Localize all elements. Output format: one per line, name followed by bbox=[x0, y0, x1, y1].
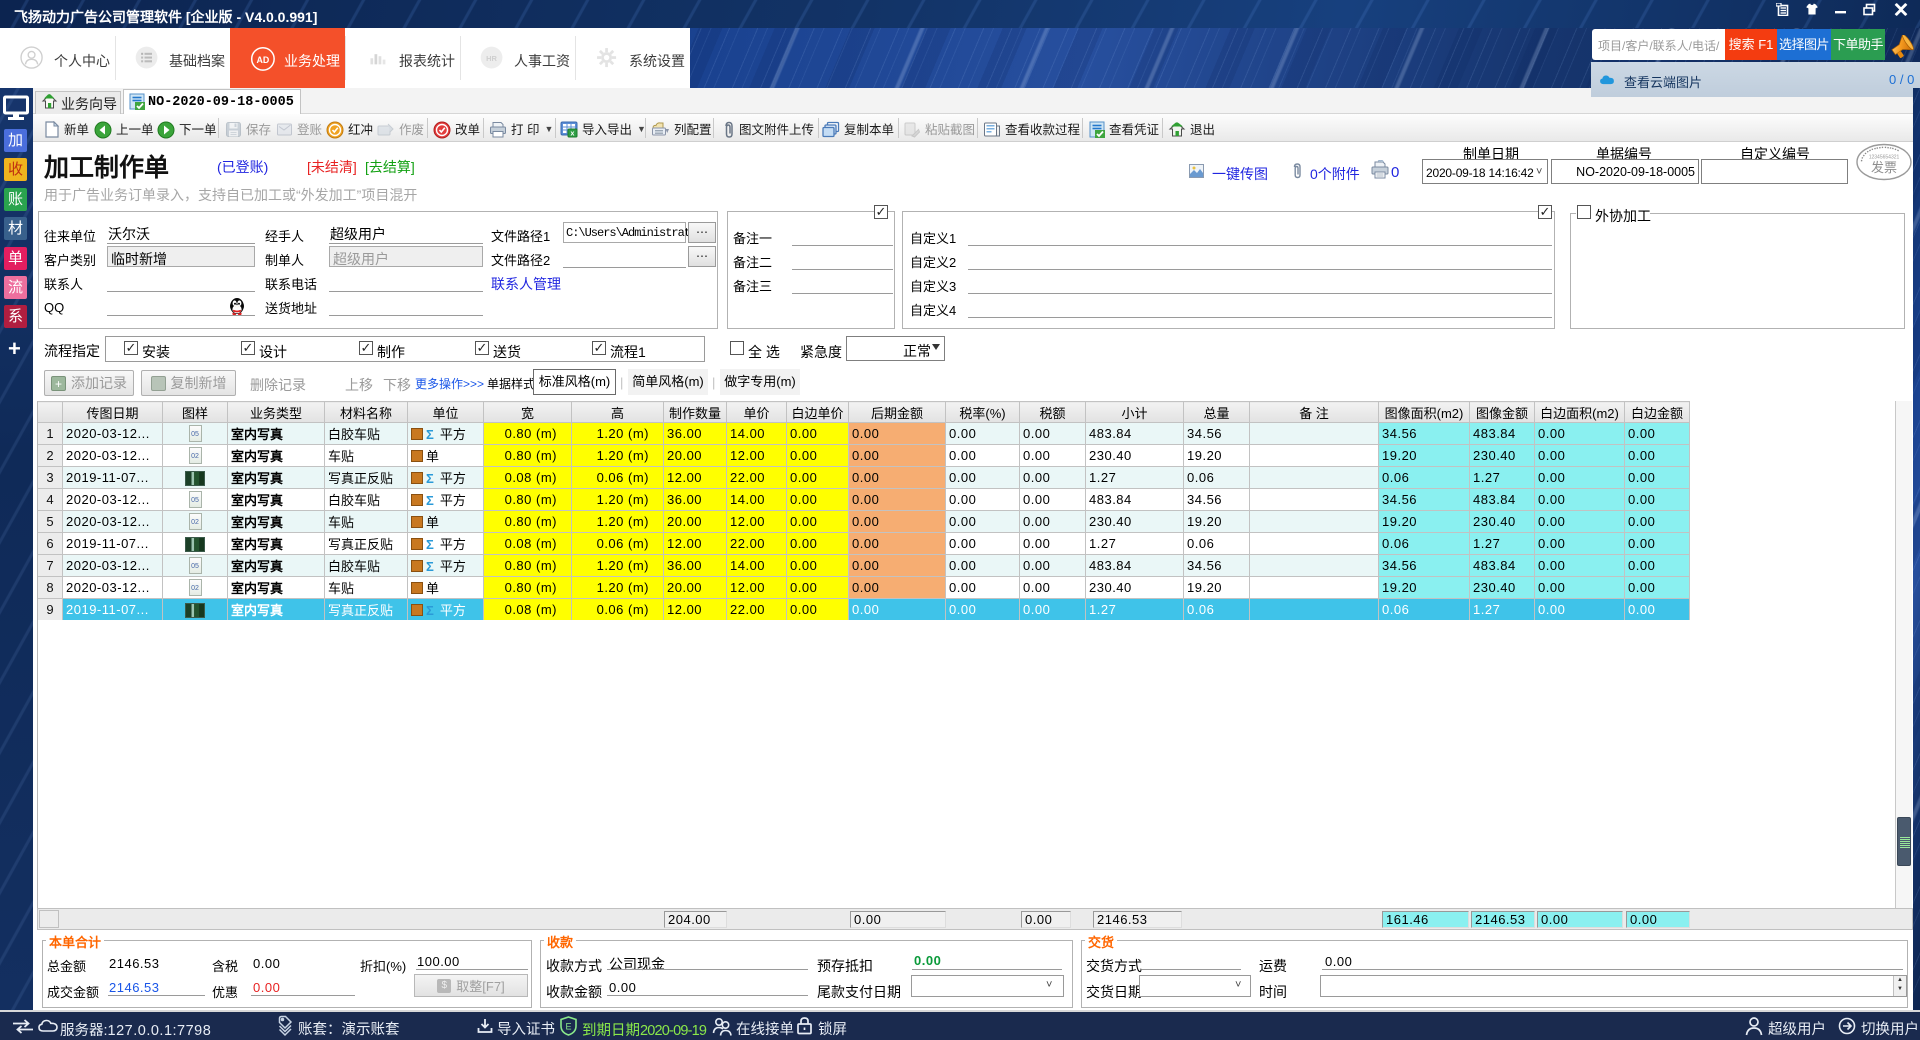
svg-text:HR: HR bbox=[486, 54, 497, 63]
svg-text:AD: AD bbox=[257, 55, 270, 65]
svg-text:发票: 发票 bbox=[1871, 160, 1897, 175]
svg-text:E: E bbox=[565, 1022, 571, 1032]
svg-text:x: x bbox=[571, 131, 575, 138]
